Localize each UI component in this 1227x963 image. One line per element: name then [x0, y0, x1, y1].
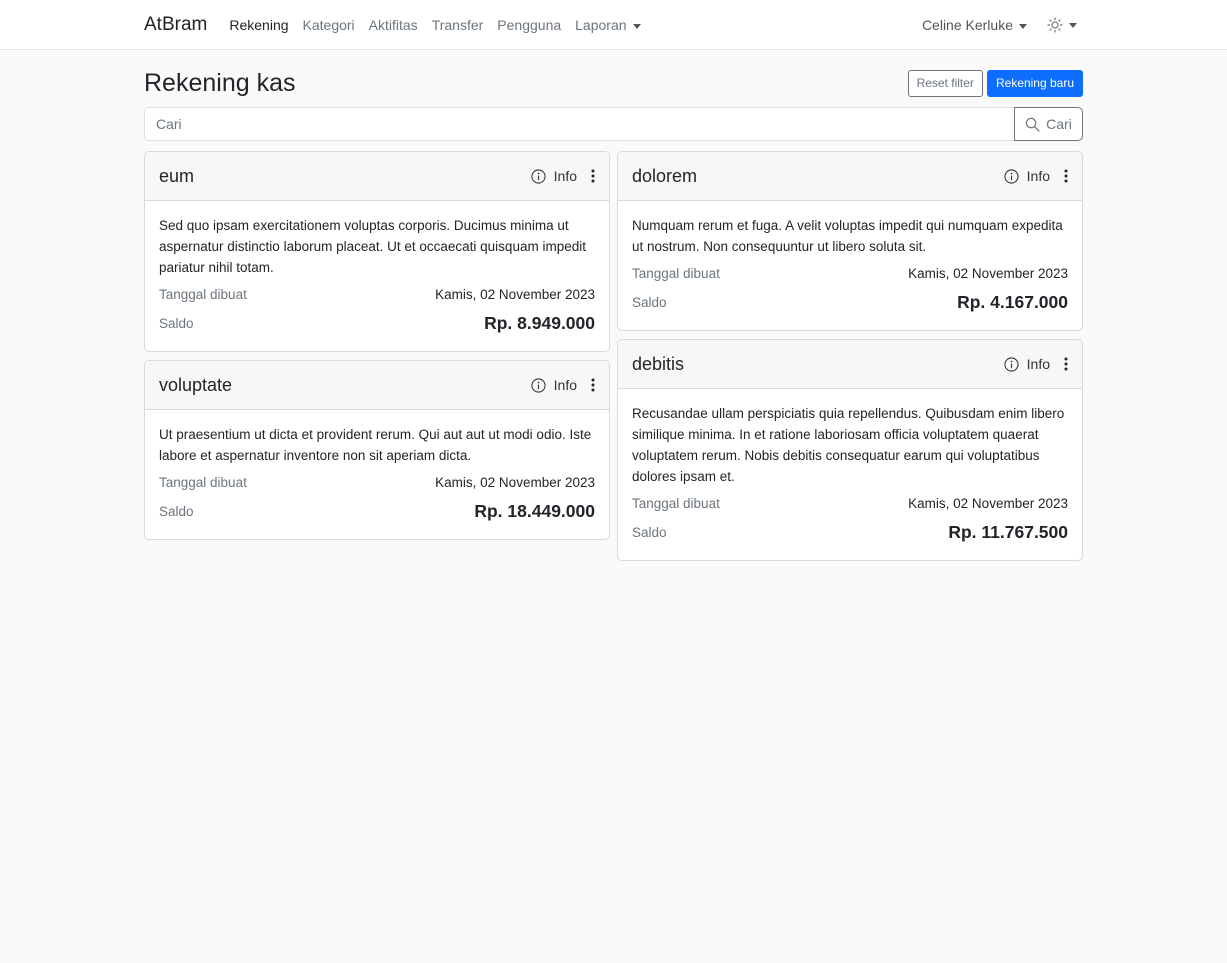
more-options-button[interactable] — [591, 378, 595, 392]
account-description: Sed quo ipsam exercitationem voluptas co… — [159, 218, 586, 275]
saldo-value: Rp. 8.949.000 — [484, 312, 595, 333]
page-header: Rekening kas Reset filter Rekening baru — [144, 66, 1083, 100]
info-circle-icon — [1004, 356, 1019, 372]
more-options-button[interactable] — [1064, 357, 1068, 371]
cards-column-right: dolorem Info Numquam rerum et fuga. A ve… — [617, 151, 1083, 561]
created-date: Kamis, 02 November 2023 — [908, 266, 1068, 281]
created-date: Kamis, 02 November 2023 — [435, 475, 595, 490]
three-dots-vertical-icon — [1064, 357, 1068, 371]
more-options-button[interactable] — [591, 169, 595, 183]
sun-icon — [1047, 17, 1063, 33]
page-title: Rekening kas — [144, 68, 296, 97]
nav-link-aktifitas[interactable]: Aktifitas — [369, 17, 418, 33]
info-button[interactable]: Info — [531, 168, 577, 184]
three-dots-vertical-icon — [591, 169, 595, 183]
theme-toggle[interactable] — [1047, 17, 1077, 33]
account-name: voluptate — [159, 374, 233, 395]
info-button[interactable]: Info — [1004, 356, 1050, 372]
nav-dropdown-laporan[interactable]: Laporan — [575, 17, 641, 33]
info-circle-icon — [1004, 168, 1019, 184]
info-label: Info — [1026, 168, 1050, 184]
nav-link-kategori[interactable]: Kategori — [303, 17, 355, 33]
nav-link-rekening[interactable]: Rekening — [229, 17, 288, 33]
search-bar: Cari — [144, 107, 1083, 141]
reset-filter-button[interactable]: Reset filter — [907, 69, 983, 97]
account-card: voluptate Info Ut praesentium ut dicta e… — [144, 360, 610, 540]
saldo-value: Rp. 18.449.000 — [474, 500, 595, 521]
account-card: eum Info Sed quo ipsam exercitationem vo… — [144, 151, 610, 352]
account-card: dolorem Info Numquam rerum et fuga. A ve… — [617, 151, 1083, 331]
search-input[interactable] — [144, 107, 1014, 141]
created-date: Kamis, 02 November 2023 — [435, 287, 595, 302]
user-menu[interactable]: Celine Kerluke — [922, 17, 1027, 33]
saldo-label: Saldo — [159, 315, 194, 331]
created-date: Kamis, 02 November 2023 — [908, 496, 1068, 511]
nav-link-laporan-label: Laporan — [575, 17, 627, 33]
account-description: Ut praesentium ut dicta et provident rer… — [159, 427, 592, 463]
search-button[interactable]: Cari — [1014, 107, 1083, 141]
account-name: dolorem — [632, 165, 698, 186]
nav-link-transfer[interactable]: Transfer — [432, 17, 484, 33]
info-label: Info — [1026, 356, 1050, 372]
info-label: Info — [553, 377, 577, 393]
saldo-label: Saldo — [632, 524, 667, 540]
nav-link-pengguna[interactable]: Pengguna — [497, 17, 561, 33]
saldo-value: Rp. 11.767.500 — [948, 521, 1068, 542]
search-button-label: Cari — [1046, 116, 1072, 132]
info-circle-icon — [531, 377, 546, 393]
account-description: Recusandae ullam perspiciatis quia repel… — [632, 406, 1065, 484]
chevron-down-icon — [1069, 22, 1077, 28]
saldo-value: Rp. 4.167.000 — [957, 291, 1068, 312]
search-icon — [1025, 117, 1040, 132]
saldo-label: Saldo — [632, 294, 667, 310]
three-dots-vertical-icon — [591, 378, 595, 392]
chevron-down-icon — [632, 23, 641, 29]
cards-column-left: eum Info Sed quo ipsam exercitationem vo… — [144, 151, 610, 540]
created-label: Tanggal dibuat — [159, 287, 247, 302]
account-name: eum — [159, 165, 195, 186]
info-button[interactable]: Info — [531, 377, 577, 393]
saldo-label: Saldo — [159, 503, 194, 519]
navbar: AtBram Rekening Kategori Aktifitas Trans… — [0, 0, 1227, 50]
info-label: Info — [553, 168, 577, 184]
created-label: Tanggal dibuat — [632, 496, 720, 511]
three-dots-vertical-icon — [1064, 169, 1068, 183]
created-label: Tanggal dibuat — [159, 475, 247, 490]
account-description: Numquam rerum et fuga. A velit voluptas … — [632, 218, 1063, 254]
more-options-button[interactable] — [1064, 169, 1068, 183]
account-card: debitis Info Recusandae ullam perspiciat… — [617, 339, 1083, 561]
chevron-down-icon — [1019, 23, 1027, 29]
user-name: Celine Kerluke — [921, 17, 1013, 33]
created-label: Tanggal dibuat — [632, 266, 720, 281]
new-account-button[interactable]: Rekening baru — [986, 69, 1083, 97]
account-name: debitis — [632, 353, 685, 374]
brand-link[interactable]: AtBram — [144, 14, 207, 36]
info-circle-icon — [531, 168, 546, 184]
info-button[interactable]: Info — [1004, 168, 1050, 184]
